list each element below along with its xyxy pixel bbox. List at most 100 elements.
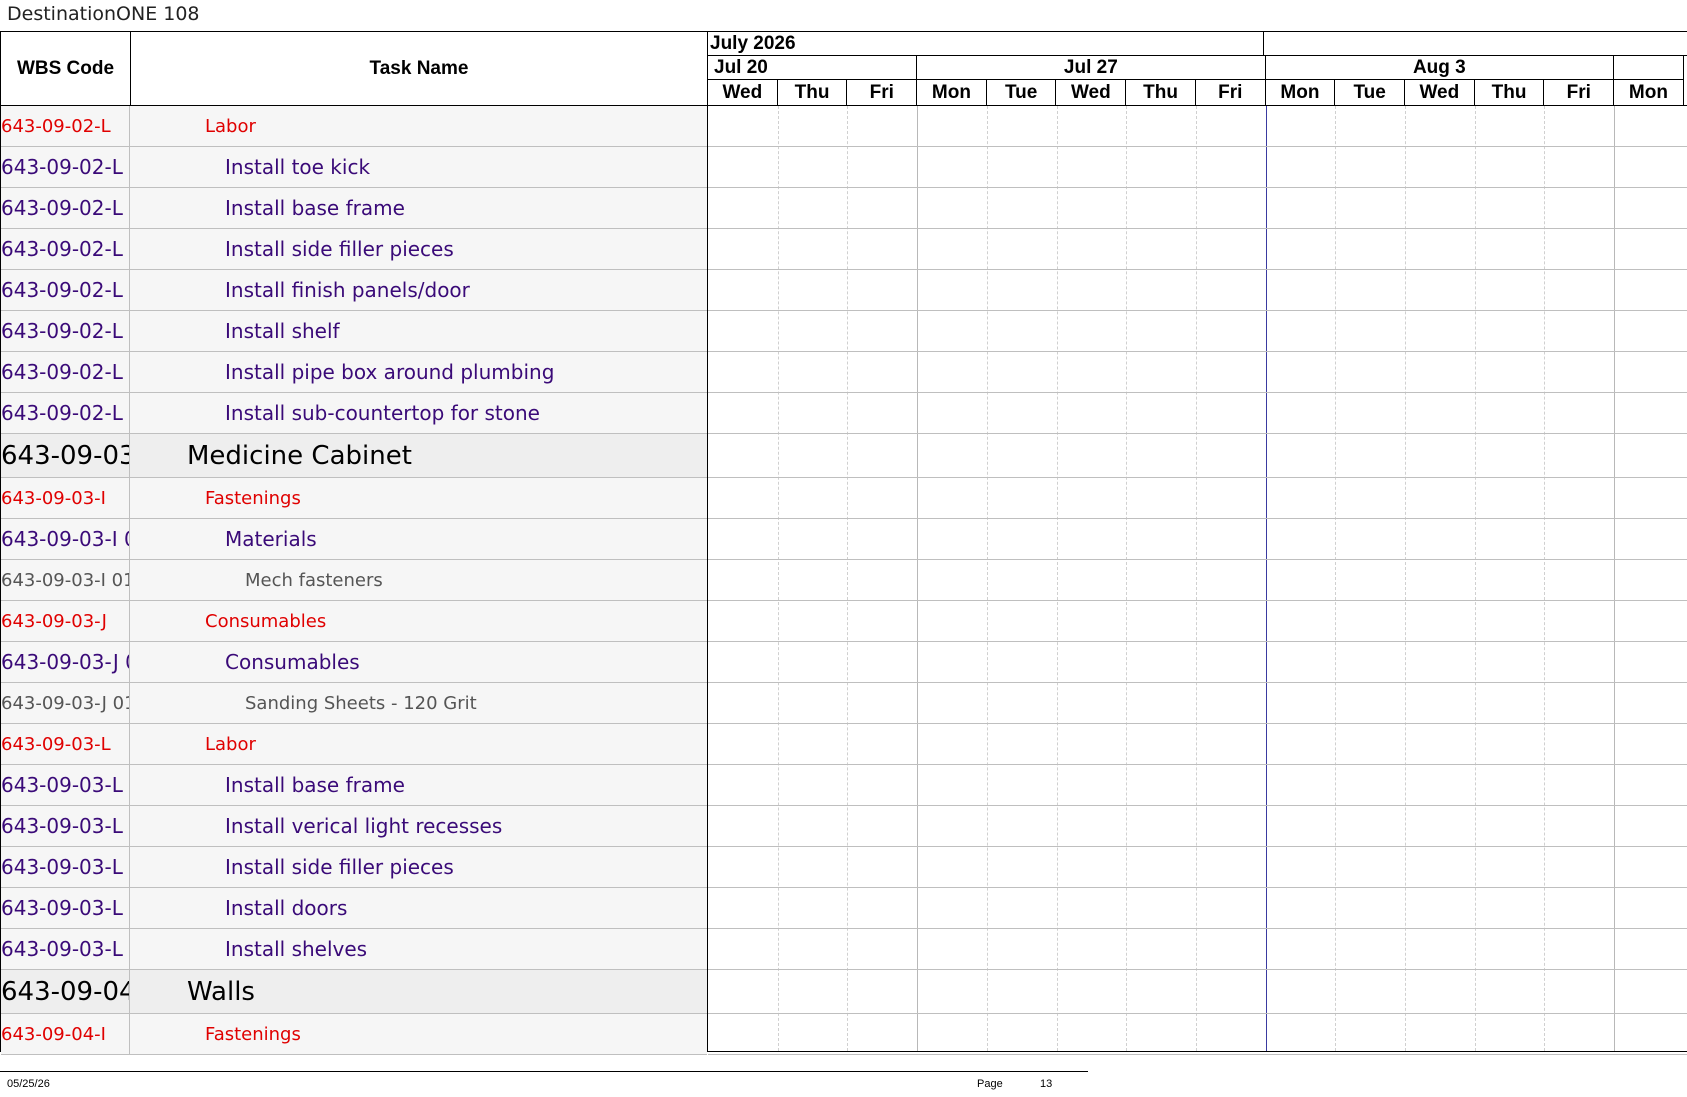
grid-row-line [708, 559, 1687, 560]
task-name-cell: Install toe kick [225, 155, 371, 179]
task-row[interactable]: 643-09-03-J 0 Consumables [1, 642, 707, 683]
day-label: Tue [987, 80, 1057, 105]
week-label [1614, 56, 1684, 80]
task-name-cell: Medicine Cabinet [187, 440, 412, 471]
day-label: Fri [847, 80, 918, 105]
wbs-code-cell: 643-09-03-L 0 [1, 888, 130, 928]
grid-row-line [708, 351, 1687, 352]
grid-row-line [708, 433, 1687, 434]
document-title: DestinationONE 108 [7, 3, 200, 25]
wbs-code-cell: 643-09-03-J 0 [1, 642, 130, 682]
grid-row-line [708, 269, 1687, 270]
day-label: Wed [708, 80, 778, 105]
grid-row-line [708, 146, 1687, 147]
task-name-cell: Install finish panels/door [225, 278, 470, 302]
grid-row-line [708, 969, 1687, 970]
grid-row-line [708, 1054, 1687, 1055]
group-row[interactable]: 643-09-04 Walls [1, 970, 707, 1014]
task-row[interactable]: 643-09-02-L Labor [1, 106, 707, 147]
grid-day-line [1405, 106, 1406, 1051]
wbs-code-cell: 643-09-03-J [1, 601, 130, 641]
day-label: Mon [1614, 80, 1684, 105]
month-next-blank [1264, 32, 1687, 56]
grid-row-line [708, 805, 1687, 806]
task-row[interactable]: 643-09-02-L 0 Install side filler pieces [1, 229, 707, 270]
wbs-code-cell: 643-09-03-J 01 [1, 683, 130, 723]
task-row[interactable]: 643-09-03-L 0 Install side filler pieces [1, 847, 707, 888]
task-row[interactable]: 643-09-02-L 0 Install toe kick [1, 147, 707, 188]
footer-divider [0, 1071, 1088, 1072]
wbs-code-cell: 643-09-02-L 0 [1, 147, 130, 187]
grid-day-line [1474, 106, 1476, 1051]
footer-page-label: Page [977, 1078, 1003, 1090]
wbs-code-cell: 643-09-02-L 0 [1, 311, 130, 351]
task-name-cell: Install pipe box around plumbing [225, 360, 555, 384]
task-row[interactable]: 643-09-02-L 0 Install shelf [1, 311, 707, 352]
wbs-code-cell: 643-09-02-L 0 [1, 188, 130, 228]
day-label: Mon [1266, 80, 1336, 105]
grid-day-line [1265, 106, 1267, 1051]
week-label: Jul 27 [917, 56, 1266, 80]
week-label: Jul 20 [708, 56, 918, 80]
task-row[interactable]: 643-09-03-J 01 Sanding Sheets - 120 Grit [1, 683, 707, 724]
wbs-code-cell: 643-09-03 [1, 434, 130, 477]
day-label: Wed [1057, 80, 1127, 105]
wbs-code-cell: 643-09-03-L 0 [1, 765, 130, 805]
footer-date: 05/25/26 [7, 1078, 50, 1090]
day-label: Fri [1544, 80, 1615, 105]
task-name-cell: Labor [205, 115, 256, 137]
task-row[interactable]: 643-09-03-L Labor [1, 724, 707, 765]
task-name-cell: Install sub-countertop for stone [225, 401, 540, 425]
week-label: Aug 3 [1265, 56, 1615, 80]
grid-row-line [708, 846, 1687, 847]
grid-row-line [708, 764, 1687, 765]
wbs-code-cell: 643-09-03-I [1, 478, 130, 518]
task-row[interactable]: 643-09-02-L 0 Install sub-countertop for … [1, 393, 707, 434]
grid-day-line [917, 106, 919, 1051]
task-name-cell: Install doors [225, 896, 348, 920]
footer-page-number: 13 [1040, 1078, 1053, 1090]
timeline-grid [708, 106, 1687, 1055]
task-name-column-header[interactable]: Task Name [131, 32, 707, 105]
wbs-code-cell: 643-09-02-L 0 [1, 270, 130, 310]
task-name-cell: Install side filler pieces [225, 855, 454, 879]
task-row[interactable]: 643-09-03-L 0 Install doors [1, 888, 707, 929]
wbs-code-cell: 643-09-03-L [1, 724, 130, 764]
task-row[interactable]: 643-09-02-L 0 Install base frame [1, 188, 707, 229]
task-name-cell: Sanding Sheets - 120 Grit [245, 692, 477, 714]
task-row[interactable]: 643-09-02-L 0 Install finish panels/door [1, 270, 707, 311]
task-name-cell: Install verical light recesses [225, 814, 503, 838]
task-row[interactable]: 643-09-03-L 0 Install shelves [1, 929, 707, 970]
wbs-code-cell: 643-09-03-L 0 [1, 847, 130, 887]
task-row[interactable]: 643-09-03-I Fastenings [1, 478, 707, 519]
grid-row-line [708, 392, 1687, 393]
wbs-code-cell: 643-09-03-I 01- [1, 560, 130, 600]
wbs-code-cell: 643-09-03-I 0 [1, 519, 130, 559]
grid-day-line [986, 106, 988, 1051]
task-name-cell: Fastenings [205, 1023, 301, 1045]
task-row[interactable]: 643-09-04-I Fastenings [1, 1014, 707, 1055]
task-row[interactable]: 643-09-03-I 01- Mech fasteners [1, 560, 707, 601]
day-label: Fri [1196, 80, 1266, 105]
wbs-code-cell: 643-09-02-L 0 [1, 229, 130, 269]
task-row[interactable]: 643-09-03-J Consumables [1, 601, 707, 642]
task-row[interactable]: 643-09-03-L 0 Install base frame [1, 765, 707, 806]
wbs-code-cell: 643-09-02-L 0 [1, 352, 130, 392]
task-name-cell: Install shelves [225, 937, 368, 961]
group-row[interactable]: 643-09-03 Medicine Cabinet [1, 434, 707, 478]
grid-day-line [777, 106, 779, 1051]
task-name-cell: Fastenings [205, 487, 301, 509]
task-row[interactable]: 643-09-02-L 0 Install pipe box around plu… [1, 352, 707, 393]
task-row[interactable]: 643-09-03-L 0 Install verical light reces… [1, 806, 707, 847]
task-row[interactable]: 643-09-03-I 0 Materials [1, 519, 707, 560]
grid-row-line [708, 187, 1687, 188]
wbs-column-header[interactable]: WBS Code [1, 32, 131, 105]
task-table-header: WBS Code Task Name [1, 32, 707, 106]
wbs-code-cell: 643-09-03-L 0 [1, 929, 130, 969]
wbs-code-cell: 643-09-03-L 0 [1, 806, 130, 846]
month-label: July 2026 [708, 32, 1264, 56]
task-rows: 643-09-02-L Labor 643-09-02-L 0 Install toe… [1, 106, 707, 1055]
task-name-cell: Labor [205, 733, 256, 755]
grid-row-line [708, 477, 1687, 478]
grid-row-line [708, 1013, 1687, 1014]
